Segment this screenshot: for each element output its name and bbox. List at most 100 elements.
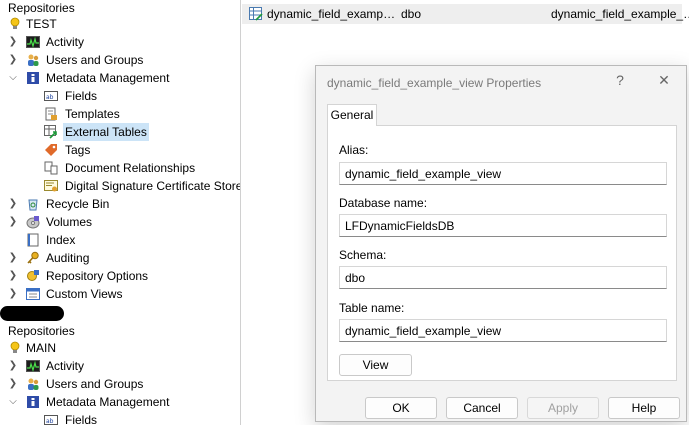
chevron-right-icon[interactable]: ❯: [8, 285, 18, 303]
chevron-right-icon[interactable]: ❯: [8, 195, 18, 213]
close-icon[interactable]: ✕: [656, 72, 672, 89]
users-icon: [28, 378, 39, 390]
tree-item-repo-test[interactable]: TEST: [0, 15, 240, 33]
database-name-field[interactable]: [339, 214, 667, 237]
svg-text:ab: ab: [46, 94, 54, 101]
repository-tree: Repositories TEST ❯ Activity ❯ Users and…: [0, 0, 241, 425]
tree-item-label: External Tables: [63, 123, 149, 141]
svg-text:ab: ab: [46, 418, 54, 425]
repositories-header: Repositories: [8, 1, 75, 15]
tree-item-metadata-management[interactable]: ⌵ Metadata Management: [0, 69, 240, 87]
tree-item-document-relationships[interactable]: Document Relationships: [0, 159, 240, 177]
tree-item-activity[interactable]: ❯ Activity: [0, 33, 240, 51]
list-item-schema: dbo: [401, 7, 422, 21]
tree-item-volumes[interactable]: ❯ Volumes: [0, 213, 240, 231]
tree-item-repo-main[interactable]: MAIN: [0, 339, 240, 357]
tree-item-label: Digital Signature Certificate Store: [65, 179, 241, 193]
list-item[interactable]: dynamic_field_examp… dbo dynamic_field_e…: [242, 4, 689, 24]
tree-item-index[interactable]: Index: [0, 231, 240, 249]
tree-item-label: Metadata Management: [46, 395, 170, 409]
table-name-label: Table name:: [339, 301, 405, 315]
tree-item-recycle-bin[interactable]: ❯ Recycle Bin: [0, 195, 240, 213]
dialog-title: dynamic_field_example_view Properties: [327, 76, 542, 90]
certificate-icon: [44, 180, 58, 192]
tag-icon: [45, 144, 57, 156]
redacted-area: [0, 306, 64, 321]
fields-icon: ab: [44, 415, 58, 425]
tree-item-label: Recycle Bin: [46, 197, 110, 211]
tree-item-tags[interactable]: Tags: [0, 141, 240, 159]
activity-monitor-icon: [26, 360, 40, 373]
tree-item-custom-views[interactable]: ❯ Custom Views: [0, 285, 240, 303]
fields-icon: ab: [44, 91, 58, 101]
alias-label: Alias:: [339, 143, 369, 157]
tree-item-label: Activity: [46, 359, 85, 373]
chevron-down-icon[interactable]: ⌵: [8, 69, 18, 87]
tree-item-label: Templates: [65, 107, 120, 121]
help-button[interactable]: Help: [608, 397, 680, 419]
cancel-button[interactable]: Cancel: [446, 397, 518, 419]
metadata-icon: [27, 396, 39, 408]
tree-item-label: Volumes: [46, 215, 93, 229]
templates-icon: [45, 107, 57, 121]
ok-button[interactable]: OK: [365, 397, 437, 419]
database-name-label: Database name:: [339, 196, 428, 210]
tree-item-label: Fields: [65, 89, 98, 103]
chevron-right-icon[interactable]: ❯: [8, 213, 18, 231]
tree-item-label: Tags: [65, 143, 91, 157]
list-item-table: dynamic_field_example_…: [551, 7, 689, 21]
tree-item-label: TEST: [26, 17, 57, 31]
volumes-icon: [26, 216, 40, 229]
tree-item-users-and-groups[interactable]: ❯ Users and Groups: [0, 51, 240, 69]
tree-item-label: Repository Options: [46, 269, 149, 283]
tree-item-label: Users and Groups: [46, 53, 144, 67]
chevron-right-icon[interactable]: ❯: [8, 357, 18, 375]
tree-item-metadata-management[interactable]: ⌵ Metadata Management: [0, 393, 240, 411]
chevron-right-icon[interactable]: ❯: [8, 33, 18, 51]
document-relationships-icon: [44, 161, 58, 175]
apply-button[interactable]: Apply: [527, 397, 599, 419]
external-table-icon: [249, 7, 263, 21]
tree-item-label: Index: [46, 233, 76, 247]
repository-bulb-icon: [10, 17, 20, 29]
tree-item-templates[interactable]: Templates: [0, 105, 240, 123]
schema-label: Schema:: [339, 248, 387, 262]
external-tables-icon: [44, 125, 57, 139]
repository-options-icon: [27, 270, 39, 281]
tree-item-label: MAIN: [26, 341, 56, 355]
tree-item-activity[interactable]: ❯ Activity: [0, 357, 240, 375]
tree-item-label: Activity: [46, 35, 85, 49]
tree-item-fields[interactable]: ab Fields: [0, 411, 240, 425]
tree-item-external-tables[interactable]: External Tables: [0, 123, 240, 141]
general-tab-panel: Alias: Database name: Schema: Table name…: [327, 125, 677, 381]
tree-item-fields[interactable]: ab Fields: [0, 87, 240, 105]
chevron-right-icon[interactable]: ❯: [8, 267, 18, 285]
tree-item-digital-signature-certificate-store[interactable]: Digital Signature Certificate Store: [0, 177, 240, 195]
tab-general[interactable]: General: [327, 104, 377, 126]
tree-item-auditing[interactable]: ❯ Auditing: [0, 249, 240, 267]
tree-item-label: Auditing: [46, 251, 90, 265]
tree-item-repository-options[interactable]: ❯ Repository Options: [0, 267, 240, 285]
tree-item-label: Custom Views: [46, 287, 123, 301]
table-name-field[interactable]: [339, 319, 667, 342]
chevron-down-icon[interactable]: ⌵: [8, 393, 18, 411]
schema-field[interactable]: [339, 266, 667, 289]
properties-dialog: dynamic_field_example_view Properties ? …: [315, 65, 687, 422]
index-icon: [27, 233, 39, 247]
list-item-name: dynamic_field_examp…: [267, 7, 396, 21]
chevron-right-icon[interactable]: ❯: [8, 51, 18, 69]
chevron-right-icon[interactable]: ❯: [8, 249, 18, 267]
view-button[interactable]: View: [339, 354, 412, 376]
auditing-key-icon: [27, 251, 39, 264]
help-icon[interactable]: ?: [612, 72, 628, 88]
metadata-icon: [27, 72, 39, 84]
recycle-bin-icon: [28, 199, 38, 211]
custom-views-icon: [26, 288, 40, 300]
tree-item-users-and-groups[interactable]: ❯ Users and Groups: [0, 375, 240, 393]
activity-monitor-icon: [26, 36, 40, 49]
repository-bulb-icon: [10, 341, 20, 353]
alias-field[interactable]: [339, 162, 667, 185]
tree-item-label: Users and Groups: [46, 377, 144, 391]
chevron-right-icon[interactable]: ❯: [8, 375, 18, 393]
users-icon: [28, 54, 39, 66]
